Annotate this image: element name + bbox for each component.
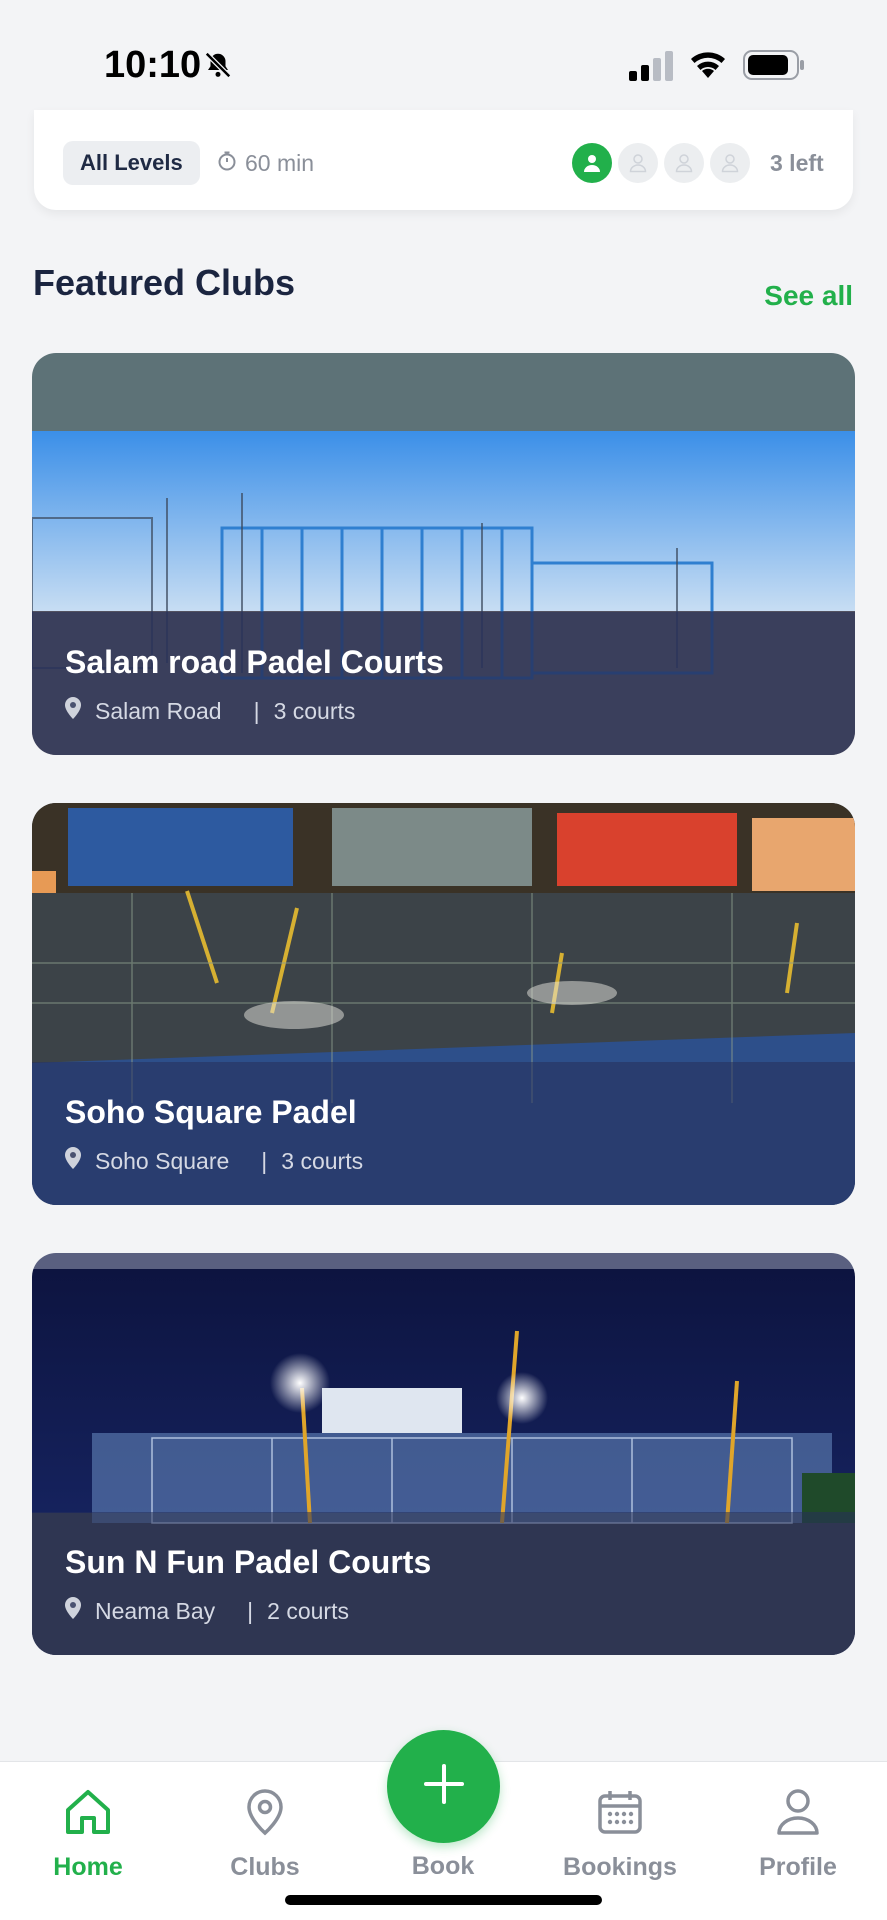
location-pin-icon (65, 1597, 81, 1625)
club-name: Salam road Padel Courts (65, 644, 444, 680)
duration-label: 60 min (245, 149, 315, 176)
empty-slot-icon (710, 143, 750, 183)
club-location: Salam Road (95, 697, 222, 724)
session-card[interactable]: All Levels 60 min 3 left (34, 110, 853, 210)
plus-icon (423, 1763, 465, 1810)
section-title: Featured Clubs (33, 262, 296, 303)
book-button[interactable] (387, 1730, 500, 1843)
spots-left: 3 left (770, 149, 824, 176)
meta-divider: | (261, 1147, 268, 1174)
wifi-icon (688, 48, 728, 85)
club-courts: 3 courts (281, 1147, 364, 1174)
nav-clubs-label: Clubs (230, 1853, 300, 1881)
signal-icon (628, 51, 674, 86)
nav-bookings-label: Bookings (563, 1853, 677, 1881)
battery-icon (743, 50, 805, 85)
home-icon (63, 1788, 113, 1843)
user-icon (775, 1788, 821, 1843)
status-bar: 10:10 (0, 0, 887, 125)
calendar-icon (596, 1788, 644, 1843)
club-location: Neama Bay (95, 1597, 216, 1624)
nav-clubs[interactable]: Clubs (190, 1788, 340, 1882)
nav-book-label[interactable]: Book (393, 1852, 493, 1881)
nav-bookings[interactable]: Bookings (545, 1788, 695, 1882)
status-time: 10:10 (104, 44, 202, 86)
club-card[interactable]: Sun N Fun Padel Courts Neama Bay | 2 cou… (32, 1253, 855, 1655)
club-overlay (32, 612, 855, 755)
location-pin-icon (245, 1788, 285, 1843)
duration: 60 min (217, 141, 314, 185)
empty-slot-icon (618, 143, 658, 183)
location-pin-icon (65, 697, 81, 725)
player-avatar-icon (572, 143, 612, 183)
home-indicator (285, 1895, 602, 1905)
club-courts: 2 courts (267, 1597, 349, 1624)
nav-home-label: Home (53, 1853, 123, 1881)
club-name: Sun N Fun Padel Courts (65, 1544, 432, 1580)
nav-profile-label: Profile (759, 1853, 837, 1881)
see-all-link[interactable]: See all (764, 280, 853, 312)
club-card[interactable]: Salam road Padel Courts Salam Road | 3 c… (32, 353, 855, 755)
meta-divider: | (247, 1597, 254, 1624)
club-overlay (32, 1512, 855, 1655)
club-card[interactable]: Soho Square Padel Soho Square | 3 courts (32, 803, 855, 1205)
nav-profile[interactable]: Profile (723, 1788, 873, 1882)
nav-home[interactable]: Home (13, 1788, 163, 1882)
club-meta: Salam Road | 3 courts (65, 697, 355, 725)
bell-slash-icon (203, 50, 233, 85)
club-courts: 3 courts (273, 697, 356, 724)
club-name: Soho Square Padel (65, 1094, 357, 1130)
club-location: Soho Square (95, 1147, 230, 1174)
empty-slot-icon (664, 143, 704, 183)
club-meta: Neama Bay | 2 courts (65, 1597, 349, 1625)
club-meta: Soho Square | 3 courts (65, 1147, 363, 1175)
level-chip: All Levels (63, 141, 200, 185)
location-pin-icon (65, 1147, 81, 1175)
player-slots: 3 left (572, 141, 824, 185)
club-overlay (32, 1062, 855, 1205)
timer-icon (217, 150, 237, 177)
meta-divider: | (253, 697, 260, 724)
